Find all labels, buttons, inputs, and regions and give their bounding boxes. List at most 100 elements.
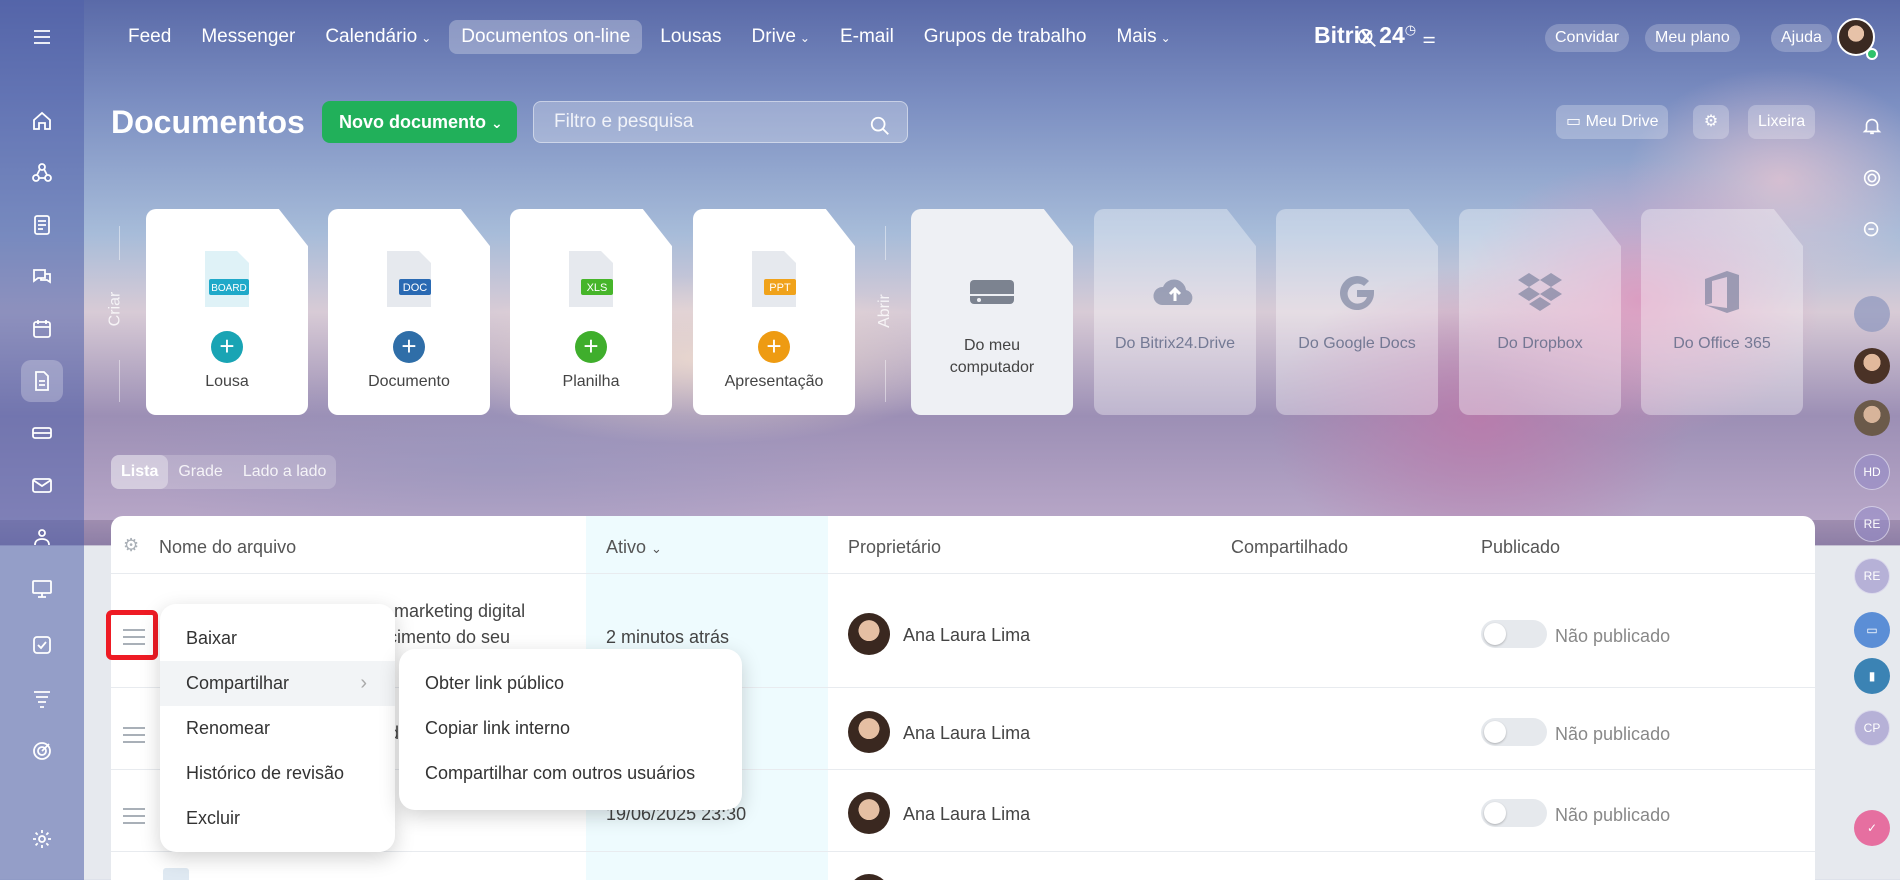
owner-avatar[interactable] (848, 711, 890, 753)
file-name-line[interactable]: e marketing digital (379, 601, 525, 622)
trash-button[interactable]: Lixeira (1748, 105, 1816, 139)
divider (111, 573, 1815, 574)
menu-item-get-public-link[interactable]: Obter link público (399, 661, 742, 706)
sliders-icon[interactable]: ⚌ (1423, 30, 1436, 47)
menu-item-share-with-users[interactable]: Compartilhar com outros usuários (399, 751, 742, 796)
chat-icon[interactable] (21, 256, 63, 298)
row-menu-icon[interactable] (123, 808, 145, 824)
contact-avatar[interactable] (1854, 348, 1890, 384)
bookmark-icon[interactable]: ▮ (1854, 658, 1890, 694)
row-menu-icon[interactable] (123, 727, 145, 743)
chat-bubble-icon[interactable]: ▭ (1854, 612, 1890, 648)
my-plan-button[interactable]: Meu plano (1645, 24, 1740, 52)
owner-avatar[interactable] (848, 792, 890, 834)
nav-drive[interactable]: Drive ⌄ (740, 20, 822, 54)
contact-initials[interactable]: RE (1854, 558, 1890, 594)
presentation-icon[interactable] (21, 568, 63, 610)
calendar-icon[interactable] (21, 308, 63, 350)
owner-avatar[interactable] (848, 874, 890, 880)
view-list-tab[interactable]: Lista (111, 455, 169, 489)
owner-avatar[interactable] (848, 613, 890, 655)
my-drive-button[interactable]: ▭ Meu Drive (1556, 105, 1669, 139)
contact-avatar[interactable] (1854, 296, 1890, 332)
chevron-down-icon: ⌄ (651, 541, 662, 556)
nav-calendar[interactable]: Calendário ⌄ (313, 20, 443, 54)
open-from-google-docs-tile[interactable]: Do Google Docs (1276, 209, 1438, 415)
nav-more[interactable]: Mais ⌄ (1104, 20, 1182, 54)
menu-item-share[interactable]: Compartilhar › (160, 661, 395, 706)
copilot-icon[interactable] (1854, 160, 1890, 196)
view-switcher: Lista Grade Lado a lado (111, 455, 337, 489)
publish-toggle[interactable] (1481, 620, 1547, 648)
context-menu: Baixar Compartilhar › Renomear Histórico … (160, 604, 395, 852)
nav-boards[interactable]: Lousas (648, 20, 733, 54)
nav-documents-online[interactable]: Documentos on-line (449, 20, 643, 54)
column-header-active[interactable]: Ativo ⌄ (606, 537, 662, 558)
nav-label: E-mail (839, 26, 894, 47)
create-document-tile[interactable]: DOC + Documento (328, 209, 490, 415)
active-time: 2 minutos atrás (606, 627, 730, 647)
tasks-check-icon[interactable]: ✓ (1854, 810, 1890, 846)
nav-email[interactable]: E-mail (828, 20, 906, 54)
contact-initials[interactable]: HD (1854, 454, 1890, 490)
contact-initials[interactable]: RE (1854, 506, 1890, 542)
bell-icon[interactable] (1854, 108, 1890, 144)
create-presentation-tile[interactable]: PPT + Apresentação (693, 209, 855, 415)
mail-icon[interactable] (21, 464, 63, 506)
home-icon[interactable] (21, 100, 63, 142)
search-field[interactable] (533, 101, 908, 143)
menu-item-revision-history[interactable]: Histórico de revisão (160, 751, 395, 796)
column-header-name[interactable]: Nome do arquivo (159, 537, 296, 558)
help-button[interactable]: Ajuda (1771, 24, 1832, 52)
gear-icon[interactable]: ⚙ (123, 535, 139, 556)
crm-icon[interactable] (21, 678, 63, 720)
groups-icon[interactable] (21, 516, 63, 558)
nav-workgroups[interactable]: Grupos de trabalho (912, 20, 1099, 54)
column-header-shared[interactable]: Compartilhado (1231, 537, 1348, 558)
open-from-office365-tile[interactable]: Do Office 365 (1641, 209, 1803, 415)
view-side-by-side-tab[interactable]: Lado a lado (233, 455, 337, 489)
contact-avatar[interactable] (1854, 400, 1890, 436)
nav-feed[interactable]: Feed (116, 20, 183, 54)
menu-icon[interactable] (21, 16, 63, 58)
view-grid-tab[interactable]: Grade (168, 455, 232, 489)
plus-icon: + (575, 331, 607, 363)
publish-toggle[interactable] (1481, 799, 1547, 827)
goals-icon[interactable] (21, 730, 63, 772)
google-icon (1340, 276, 1374, 311)
owner-name[interactable]: Ana Laura Lima (903, 723, 1030, 744)
open-from-bitrix-drive-tile[interactable]: Do Bitrix24.Drive (1094, 209, 1256, 415)
right-sidebar: HD RE RE CP ▭ ▮ ✓ (1844, 74, 1900, 880)
invite-button[interactable]: Convidar (1545, 24, 1630, 52)
column-header-published[interactable]: Publicado (1481, 537, 1560, 558)
settings-button[interactable]: ⚙ (1693, 105, 1729, 139)
tile-label: Do Google Docs (1298, 335, 1416, 352)
menu-item-copy-internal-link[interactable]: Copiar link interno (399, 706, 742, 751)
menu-item-rename[interactable]: Renomear (160, 706, 395, 751)
owner-name[interactable]: Ana Laura Lima (903, 804, 1030, 825)
publish-toggle[interactable] (1481, 718, 1547, 746)
tile-label: Lousa (205, 373, 249, 390)
column-header-owner[interactable]: Proprietário (848, 537, 941, 558)
feed-icon[interactable] (21, 204, 63, 246)
new-document-button[interactable]: Novo documento ⌄ (322, 101, 517, 143)
open-from-dropbox-tile[interactable]: Do Dropbox (1459, 209, 1621, 415)
menu-item-download[interactable]: Baixar (160, 616, 395, 661)
documents-icon[interactable] (21, 360, 63, 402)
drive-icon[interactable] (21, 412, 63, 454)
tasks-icon[interactable] (21, 624, 63, 666)
chat-search-icon[interactable] (1854, 212, 1890, 248)
highlight-annotation (106, 610, 158, 660)
sites-icon[interactable] (21, 152, 63, 194)
open-from-computer-tile[interactable]: Do meu computador (911, 209, 1073, 415)
contact-initials[interactable]: CP (1854, 710, 1890, 746)
search-input[interactable] (554, 111, 854, 133)
search-icon[interactable] (869, 112, 891, 152)
menu-item-delete[interactable]: Excluir (160, 796, 395, 841)
nav-messenger[interactable]: Messenger (189, 20, 307, 54)
owner-name[interactable]: Ana Laura Lima (903, 625, 1030, 646)
create-spreadsheet-tile[interactable]: XLS + Planilha (510, 209, 672, 415)
create-board-tile[interactable]: BOARD + Lousa (146, 209, 308, 415)
file-name-line[interactable]: scimento do seu (379, 627, 510, 648)
settings-icon[interactable] (21, 818, 63, 860)
